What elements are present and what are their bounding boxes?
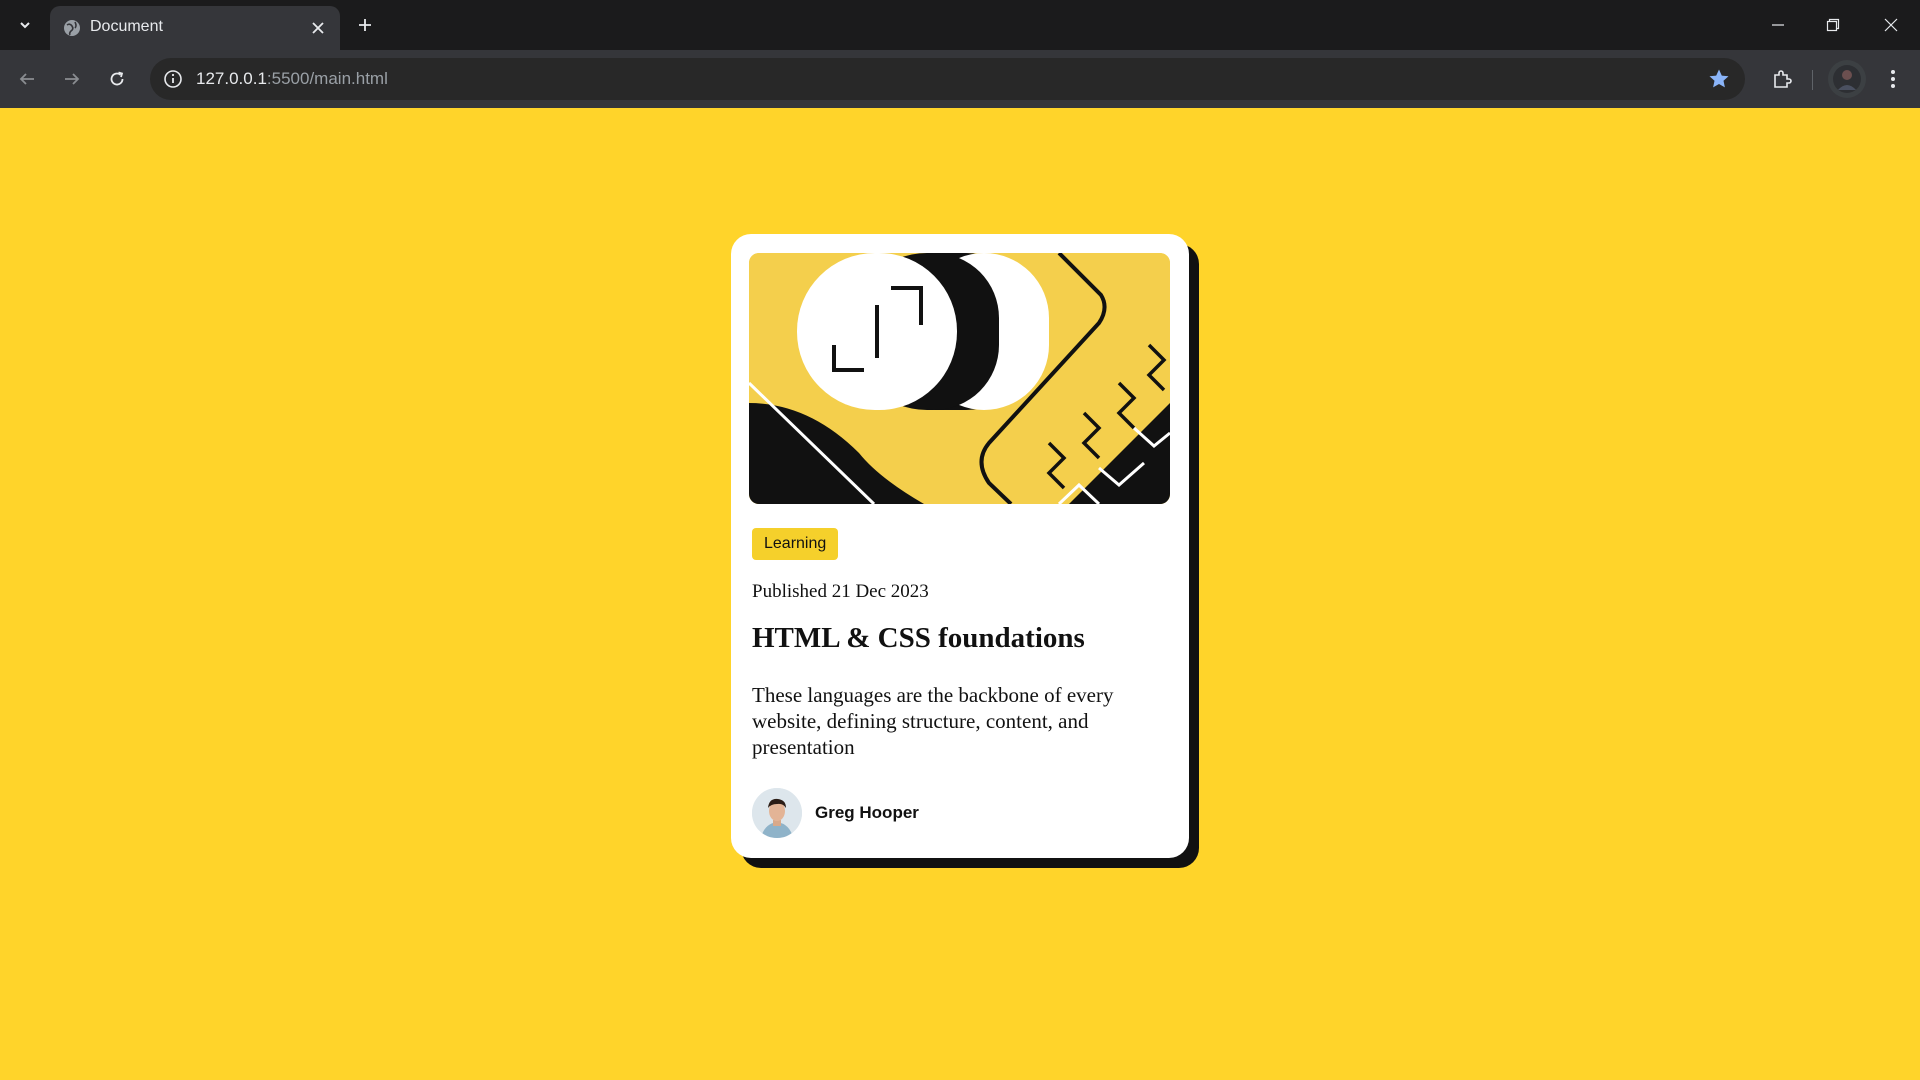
card-illustration [749, 253, 1170, 504]
new-tab-button[interactable] [350, 10, 380, 40]
url-host: 127.0.0.1 [196, 69, 267, 88]
restore-button[interactable] [1811, 8, 1855, 42]
tab-search-button[interactable] [10, 10, 40, 40]
close-window-button[interactable] [1869, 8, 1913, 42]
address-bar[interactable]: 127.0.0.1:5500/main.html [150, 58, 1745, 100]
back-button[interactable] [10, 62, 44, 96]
reload-button[interactable] [100, 62, 134, 96]
close-icon [312, 22, 324, 34]
tab-strip: Document [0, 0, 1920, 50]
arrow-left-icon [19, 73, 34, 85]
kebab-menu-icon [1891, 70, 1895, 88]
profile-icon [1833, 65, 1861, 93]
puzzle-icon [1774, 70, 1792, 88]
card-description: These languages are the backbone of ever… [752, 683, 1114, 759]
globe-icon [64, 20, 80, 36]
minimize-button[interactable] [1756, 8, 1800, 42]
browser-menu-button[interactable] [1876, 62, 1910, 96]
arrow-right-icon [65, 73, 80, 85]
tab-close-button[interactable] [306, 16, 330, 40]
author-name: Greg Hooper [815, 803, 919, 822]
restore-icon [1826, 18, 1840, 32]
bookmark-star-icon[interactable] [1707, 67, 1731, 91]
url-text: 127.0.0.1:5500/main.html [196, 69, 388, 89]
author-photo [752, 788, 802, 838]
tab-title: Document [90, 18, 163, 35]
browser-chrome: Document 127.0.0.1:5500/main.html [0, 0, 1920, 108]
tab-document[interactable]: Document [50, 6, 340, 50]
info-icon[interactable] [162, 68, 184, 90]
profile-avatar[interactable] [1828, 60, 1866, 98]
plus-icon [359, 19, 371, 31]
reload-icon [110, 71, 124, 86]
toolbar-divider [1812, 70, 1813, 90]
minimize-icon [1772, 24, 1784, 26]
blog-preview-card: Learning Published 21 Dec 2023 HTML & CS… [731, 234, 1189, 858]
illustration-image [749, 253, 1170, 504]
chevron-down-icon [20, 22, 30, 29]
author-avatar [752, 788, 802, 838]
category-tag: Learning [752, 528, 839, 560]
card-title[interactable]: HTML & CSS foundations [752, 622, 1085, 655]
published-date: Published 21 Dec 2023 [752, 581, 929, 602]
extensions-button[interactable] [1765, 62, 1799, 96]
forward-button[interactable] [55, 62, 89, 96]
browser-toolbar: 127.0.0.1:5500/main.html [0, 50, 1920, 108]
close-icon [1884, 18, 1898, 32]
author: Greg Hooper [752, 788, 919, 838]
url-path: :5500/main.html [266, 69, 388, 88]
